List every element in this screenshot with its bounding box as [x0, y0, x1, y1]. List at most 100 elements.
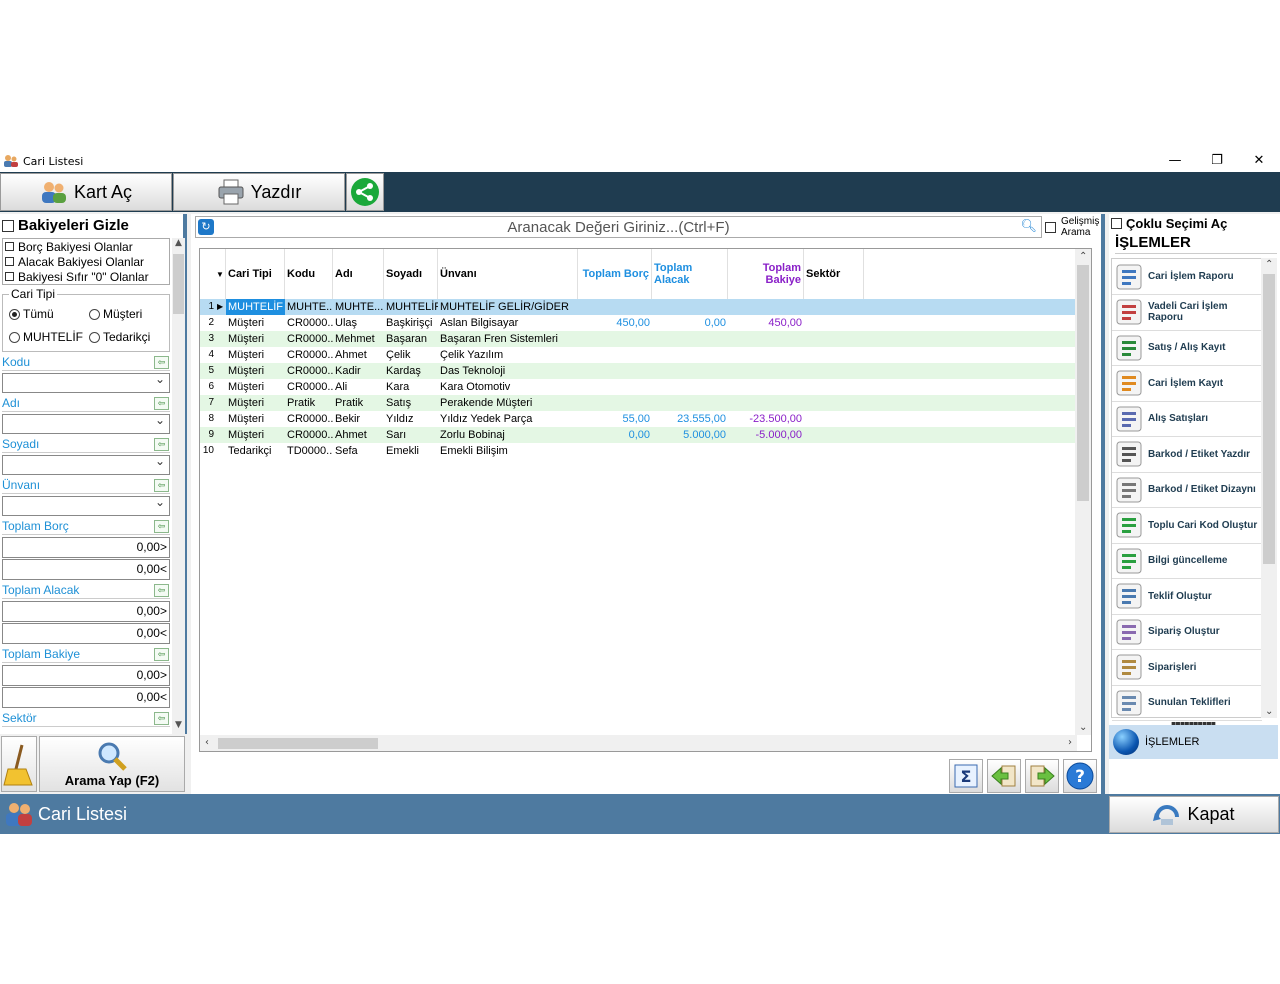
cell-unvan[interactable]: Çelik Yazılım: [438, 347, 578, 363]
cell-adi[interactable]: Ulaş: [333, 315, 384, 331]
cell-tip[interactable]: Müşteri: [226, 411, 285, 427]
cell-unvan[interactable]: Das Teknoloji: [438, 363, 578, 379]
close-window-button[interactable]: ✕: [1238, 150, 1280, 172]
cell-unvan[interactable]: MUHTELİF GELİR/GİDER: [438, 299, 578, 315]
cell-tip[interactable]: MUHTELİF: [226, 299, 285, 315]
soyadi-combo[interactable]: [2, 454, 170, 475]
advanced-search-checkbox[interactable]: Gelişmiş Arama: [1045, 216, 1105, 240]
cell-kod[interactable]: CR0000...: [285, 411, 333, 427]
cell-alacak[interactable]: [652, 395, 728, 411]
radio-tedarikci[interactable]: Tedarikçi: [89, 330, 150, 344]
help-button[interactable]: ?: [1063, 759, 1097, 793]
scroll-up-icon[interactable]: ⌃: [1079, 251, 1087, 262]
cell-tip[interactable]: Müşteri: [226, 347, 285, 363]
cell-bakiye[interactable]: [728, 395, 804, 411]
cell-tip[interactable]: Müşteri: [226, 379, 285, 395]
sum-button[interactable]: Σ: [949, 759, 983, 793]
cell-adi[interactable]: Ahmet: [333, 347, 384, 363]
cell-kod[interactable]: CR0000...: [285, 379, 333, 395]
cell-soyadi[interactable]: Yıldız: [384, 411, 438, 427]
cell-bakiye[interactable]: [728, 379, 804, 395]
cell-kod[interactable]: CR0000...: [285, 331, 333, 347]
cell-borc[interactable]: 450,00: [578, 315, 652, 331]
cell-adi[interactable]: Mehmet: [333, 331, 384, 347]
radio-muhtelif[interactable]: MUHTELİF: [9, 330, 83, 344]
cell-tip[interactable]: Müşteri: [226, 427, 285, 443]
minimize-button[interactable]: —: [1154, 150, 1196, 172]
previous-page-button[interactable]: [987, 759, 1021, 793]
cell-bakiye[interactable]: -23.500,00: [728, 411, 804, 427]
cell-soyadi[interactable]: Başkirişçi: [384, 315, 438, 331]
op-item[interactable]: Toplu Cari Kod Oluştur: [1112, 508, 1262, 544]
toplam-borc-min-input[interactable]: 0,00>: [2, 537, 170, 558]
cell-adi[interactable]: Bekir: [333, 411, 384, 427]
toplam-bakiye-max-input[interactable]: 0,00<: [2, 687, 170, 708]
cell-borc[interactable]: [578, 299, 652, 315]
multi-select-checkbox[interactable]: Çoklu Seçimi Aç: [1111, 216, 1227, 231]
cell-borc[interactable]: [578, 331, 652, 347]
header-sektor[interactable]: Sektör: [804, 249, 864, 299]
cell-alacak[interactable]: [652, 331, 728, 347]
filter-alacak[interactable]: Alacak Bakiyesi Olanlar: [3, 254, 169, 269]
header-cari-tipi[interactable]: Cari Tipi: [226, 249, 285, 299]
table-row[interactable]: 1 ▶ MUHTELİF MUHTE... MUHTE... MUHTELİF MUHTEL…: [200, 299, 1077, 315]
cell-alacak[interactable]: 0,00: [652, 315, 728, 331]
table-row[interactable]: 9 Müşteri CR0000... Ahmet Sarı Zorlu Bobinaj 0…: [200, 427, 1077, 443]
op-item[interactable]: Vadeli Cari İşlem Raporu: [1112, 295, 1262, 331]
cell-adi[interactable]: Kadir: [333, 363, 384, 379]
toplam-alacak-max-input[interactable]: 0,00<: [2, 623, 170, 644]
scroll-up-icon[interactable]: ▲: [172, 238, 185, 252]
op-item[interactable]: Sunulan Teklifleri: [1112, 685, 1262, 721]
header-kodu[interactable]: Kodu: [285, 249, 333, 299]
cell-alacak[interactable]: [652, 443, 728, 459]
cell-soyadi[interactable]: Çelik: [384, 347, 438, 363]
cell-bakiye[interactable]: [728, 347, 804, 363]
scroll-down-icon[interactable]: ⌄: [1265, 706, 1273, 717]
cell-adi[interactable]: MUHTE...: [333, 299, 384, 315]
cell-alacak[interactable]: [652, 363, 728, 379]
operations-scrollbar[interactable]: ⌃ ⌄: [1261, 258, 1277, 718]
radio-musteri[interactable]: Müşteri: [89, 307, 142, 321]
sort-indicator[interactable]: ▼: [200, 249, 226, 299]
header-unvani[interactable]: Ünvanı: [438, 249, 578, 299]
op-item[interactable]: Cari İşlem Kayıt: [1112, 366, 1262, 402]
cell-tip[interactable]: Müşteri: [226, 395, 285, 411]
arama-yap-button[interactable]: Arama Yap (F2): [39, 736, 185, 792]
adi-combo[interactable]: [2, 413, 170, 434]
table-row[interactable]: 8 Müşteri CR0000... Bekir Yıldız Yıldız Yedek…: [200, 411, 1077, 427]
table-row[interactable]: 4 Müşteri CR0000... Ahmet Çelik Çelik Yazılım: [200, 347, 1077, 363]
table-row[interactable]: 2 Müşteri CR0000... Ulaş Başkirişçi Aslan Bil…: [200, 315, 1077, 331]
op-item[interactable]: Alış Satışları: [1112, 401, 1262, 437]
scroll-down-icon[interactable]: ⌄: [1079, 722, 1087, 733]
scroll-up-icon[interactable]: ⌃: [1265, 259, 1273, 270]
yazdir-button[interactable]: Yazdır: [173, 173, 345, 211]
hide-balances-checkbox[interactable]: Bakiyeleri Gizle: [2, 217, 129, 234]
search-bar[interactable]: ↻ Aranacak Değeri Giriniz...(Ctrl+F) 🔍︎: [195, 216, 1042, 238]
cell-unvan[interactable]: Zorlu Bobinaj: [438, 427, 578, 443]
cell-soyadi[interactable]: Emekli: [384, 443, 438, 459]
cell-soyadi[interactable]: Satış: [384, 395, 438, 411]
cell-adi[interactable]: Ali: [333, 379, 384, 395]
clear-filters-button[interactable]: [1, 736, 37, 792]
op-item[interactable]: Sipariş Oluştur: [1112, 614, 1262, 650]
cell-tip[interactable]: Müşteri: [226, 315, 285, 331]
cell-kod[interactable]: CR0000...: [285, 315, 333, 331]
op-item[interactable]: Bilgi güncelleme: [1112, 543, 1262, 579]
header-toplam-alacak[interactable]: Toplam Alacak: [652, 249, 728, 299]
table-row[interactable]: 6 Müşteri CR0000... Ali Kara Kara Otomotiv: [200, 379, 1077, 395]
cell-borc[interactable]: [578, 379, 652, 395]
scroll-right-icon[interactable]: ›: [1068, 737, 1072, 748]
next-page-button[interactable]: [1025, 759, 1059, 793]
cell-kod[interactable]: CR0000...: [285, 427, 333, 443]
cell-unvan[interactable]: Aslan Bilgisayar: [438, 315, 578, 331]
cell-bakiye[interactable]: [728, 363, 804, 379]
header-toplam-borc[interactable]: Toplam Borç: [578, 249, 652, 299]
cell-borc[interactable]: [578, 443, 652, 459]
islemler-tab[interactable]: İŞLEMLER: [1109, 725, 1278, 759]
cell-kod[interactable]: CR0000...: [285, 347, 333, 363]
filter-sifir[interactable]: Bakiyesi Sıfır "0" Olanlar: [3, 269, 169, 284]
filter-scrollbar[interactable]: ▲ ▼: [172, 238, 185, 734]
cell-tip[interactable]: Tedarikçi: [226, 443, 285, 459]
cell-kod[interactable]: CR0000...: [285, 363, 333, 379]
grid-horizontal-scrollbar[interactable]: ‹ ›: [200, 735, 1077, 751]
